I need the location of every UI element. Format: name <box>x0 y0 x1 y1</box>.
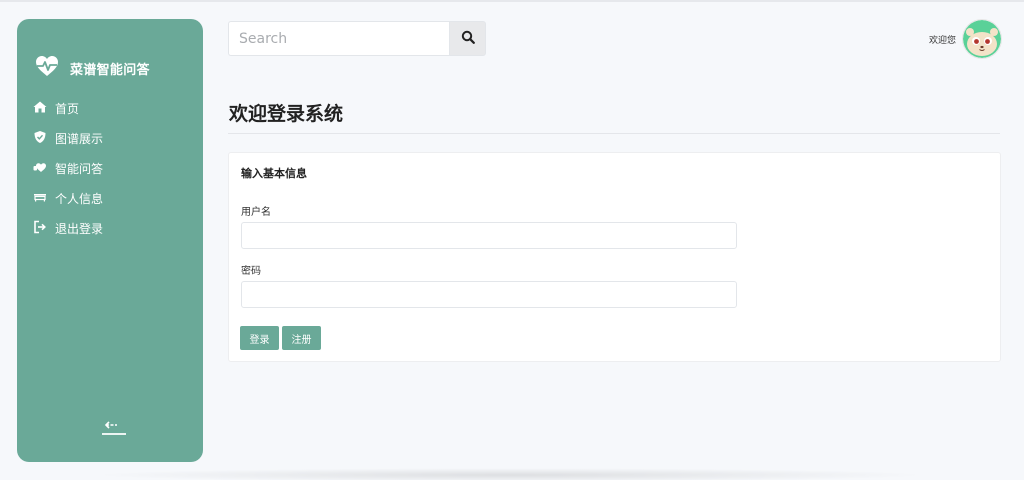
card-header: 输入基本信息 <box>241 167 307 180</box>
brand[interactable]: 菜谱智能问答 <box>35 55 150 81</box>
window-top-border <box>0 0 1024 2</box>
home-icon <box>33 99 47 118</box>
sidebar-nav: 首页 图谱展示 智能问答 个人信息 退出登录 <box>33 93 193 243</box>
couch-icon <box>33 189 47 208</box>
search-input[interactable] <box>228 21 449 56</box>
window-shadow <box>90 468 930 480</box>
brand-name: 菜谱智能问答 <box>70 62 150 78</box>
sidebar-item-profile[interactable]: 个人信息 <box>33 183 193 213</box>
sidebar: 菜谱智能问答 首页 图谱展示 智能问答 个人信息 退出登录 <box>17 19 203 462</box>
username-field[interactable] <box>241 222 737 249</box>
password-field[interactable] <box>241 281 737 308</box>
sidebar-item-label: 个人信息 <box>55 191 104 206</box>
collapse-arrow-icon <box>101 421 127 442</box>
sidebar-item-label: 退出登录 <box>55 221 104 236</box>
avatar[interactable] <box>962 19 1002 59</box>
shield-icon <box>33 129 47 148</box>
sidebar-item-label: 智能问答 <box>55 161 104 176</box>
sidebar-item-label: 首页 <box>55 101 80 116</box>
sidebar-item-logout[interactable]: 退出登录 <box>33 213 193 243</box>
sidebar-item-graph[interactable]: 图谱展示 <box>33 123 193 153</box>
login-button[interactable]: 登录 <box>240 326 279 350</box>
username-label: 用户名 <box>241 207 271 218</box>
handshake-heart-icon <box>33 159 47 178</box>
login-card: 输入基本信息 用户名 密码 登录 注册 <box>228 152 1001 362</box>
divider <box>228 133 1000 134</box>
register-button[interactable]: 注册 <box>282 326 321 350</box>
page-title: 欢迎登录系统 <box>229 103 344 125</box>
search-button[interactable] <box>449 21 486 56</box>
search-icon <box>461 29 475 48</box>
sidebar-item-label: 图谱展示 <box>55 131 104 146</box>
sidebar-item-home[interactable]: 首页 <box>33 93 193 123</box>
cartoon-avatar-icon <box>963 20 1001 58</box>
heartbeat-icon <box>35 55 59 81</box>
welcome-text: 欢迎您 <box>929 36 957 46</box>
search-bar <box>228 21 486 56</box>
sign-out-icon <box>33 219 47 238</box>
sidebar-item-qa[interactable]: 智能问答 <box>33 153 193 183</box>
sidebar-collapse-button[interactable] <box>101 414 127 438</box>
password-label: 密码 <box>241 266 261 277</box>
